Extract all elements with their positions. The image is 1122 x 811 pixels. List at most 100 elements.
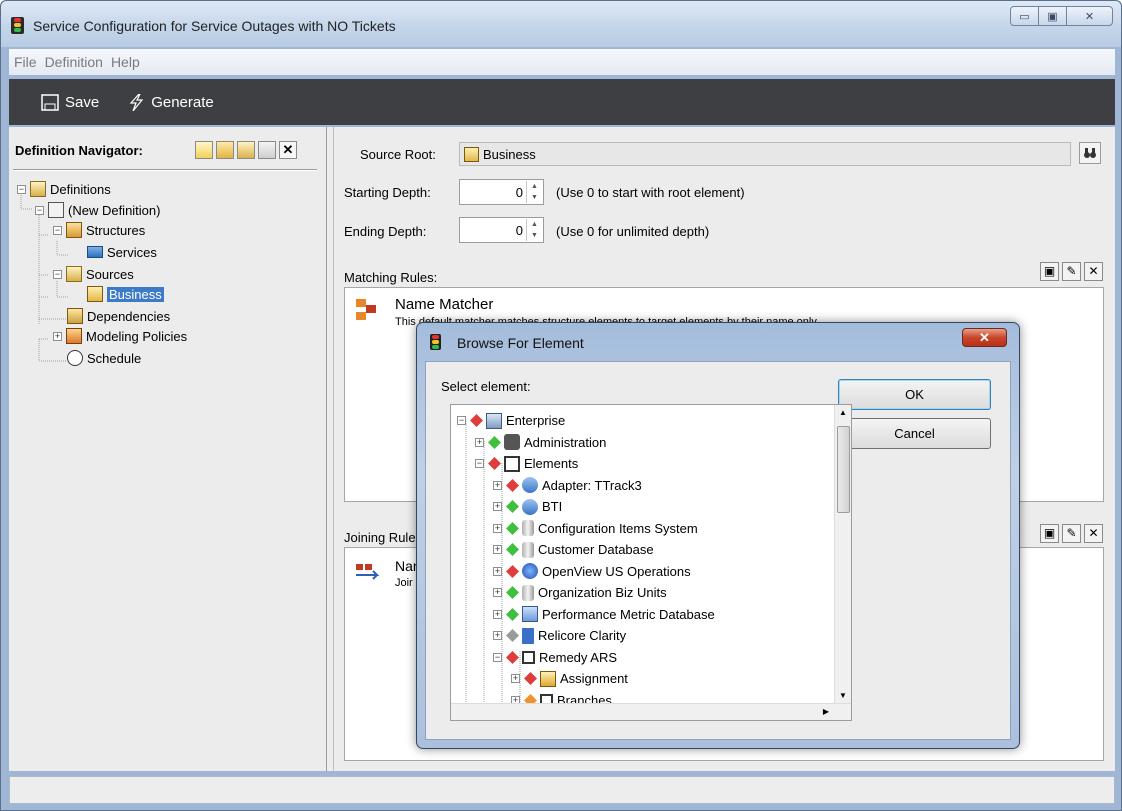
tree-item-new-definition[interactable]: − (New Definition) xyxy=(35,200,160,220)
title-bar[interactable]: Service Configuration for Service Outage… xyxy=(1,1,1121,47)
delete-icon[interactable]: ✕ xyxy=(279,141,297,159)
menu-bar: File Definition Help xyxy=(9,49,1115,75)
save-button[interactable]: Save xyxy=(41,94,99,111)
tree-item-dependencies[interactable]: Dependencies xyxy=(67,306,170,326)
element-tree-item[interactable]: + OpenView US Operations xyxy=(493,561,691,582)
ending-depth-spinner[interactable]: 0 ▲ ▼ xyxy=(459,217,544,243)
element-tree-item[interactable]: + BTI xyxy=(493,496,562,517)
status-diamond-icon xyxy=(506,500,519,513)
expand-icon[interactable]: + xyxy=(493,631,502,640)
collapse-icon[interactable]: − xyxy=(35,205,44,215)
scroll-down-icon[interactable]: ▼ xyxy=(839,691,847,700)
expand-icon[interactable]: + xyxy=(493,545,502,554)
spinner-arrows-icon[interactable]: ▲ ▼ xyxy=(526,181,542,203)
tree-item-business[interactable]: Business xyxy=(87,284,164,304)
database-icon xyxy=(522,541,534,558)
cancel-button[interactable]: Cancel xyxy=(838,418,991,449)
menu-definition[interactable]: Definition xyxy=(42,54,106,70)
expand-icon[interactable]: + xyxy=(53,331,62,341)
assignment-icon xyxy=(540,670,556,687)
element-tree-label: Assignment xyxy=(560,671,628,686)
starting-depth-hint: (Use 0 to start with root element) xyxy=(556,185,745,200)
starting-depth-spinner[interactable]: 0 ▲ ▼ xyxy=(459,179,544,205)
tree-item-structures[interactable]: − Structures xyxy=(53,220,145,240)
element-tree-item[interactable]: + Configuration Items System xyxy=(493,518,698,539)
close-button[interactable]: ✕ xyxy=(1066,6,1113,26)
minimize-button[interactable]: ▭ xyxy=(1010,6,1039,26)
expand-icon[interactable]: + xyxy=(511,674,520,683)
horizontal-scrollbar[interactable]: ▶ xyxy=(451,703,851,720)
element-tree-item[interactable]: − Elements xyxy=(475,453,578,474)
collapse-icon[interactable]: − xyxy=(457,416,466,425)
delete-rule-icon[interactable]: ✕ xyxy=(1084,262,1103,281)
element-tree-item[interactable]: + Administration xyxy=(475,432,606,453)
expand-icon[interactable]: + xyxy=(475,437,484,447)
tree-label: (New Definition) xyxy=(68,202,161,218)
element-tree-label: Enterprise xyxy=(506,413,566,428)
joiner-icon xyxy=(356,564,380,580)
expand-icon[interactable]: + xyxy=(493,609,502,619)
matching-rules-label: Matching Rules: xyxy=(344,270,438,285)
menu-file[interactable]: File xyxy=(11,54,40,70)
tree-item-schedule[interactable]: Schedule xyxy=(67,348,141,368)
element-tree-item[interactable]: + Customer Database xyxy=(493,539,654,560)
element-tree[interactable]: − Enterprise + Administration − Elements + Adap… xyxy=(450,404,852,721)
sources-icon xyxy=(66,266,82,282)
expand-icon[interactable]: + xyxy=(493,566,502,576)
new-structure-icon[interactable] xyxy=(216,141,234,159)
collapse-icon[interactable]: − xyxy=(493,652,502,662)
scroll-right-icon[interactable]: ▶ xyxy=(823,707,829,716)
starting-depth-value: 0 xyxy=(515,185,523,200)
tree-item-services[interactable]: Services xyxy=(87,242,157,262)
select-element-label: Select element: xyxy=(441,379,531,394)
element-tree-item[interactable]: + Assignment xyxy=(511,668,628,689)
generate-button[interactable]: Generate xyxy=(127,93,214,111)
collapse-icon[interactable]: − xyxy=(475,459,484,468)
element-tree-label: Remedy ARS xyxy=(539,649,618,665)
status-diamond-icon xyxy=(506,564,519,578)
status-diamond-icon xyxy=(506,478,519,492)
edit-icon[interactable] xyxy=(258,141,276,159)
element-tree-item[interactable]: + Organization Biz Units xyxy=(493,582,667,603)
window-title: Service Configuration for Service Outage… xyxy=(33,18,396,34)
edit-rule-icon[interactable]: ✎ xyxy=(1062,262,1081,281)
maximize-button[interactable]: ▣ xyxy=(1038,6,1067,26)
enterprise-icon xyxy=(486,412,502,429)
tree-item-sources[interactable]: − Sources xyxy=(53,264,134,284)
element-tree-label: Performance Metric Database xyxy=(542,606,715,622)
new-definition-icon[interactable] xyxy=(195,141,213,159)
new-rule-icon[interactable]: ▣ xyxy=(1040,524,1059,543)
collapse-icon[interactable]: − xyxy=(53,225,62,235)
element-tree-item[interactable]: + Performance Metric Database xyxy=(493,604,715,625)
element-tree-item[interactable]: + Adapter: TTrack3 xyxy=(493,475,642,496)
element-tree-item[interactable]: − Enterprise xyxy=(457,410,565,431)
toolbar: Save Generate xyxy=(9,79,1115,125)
element-tree-label: OpenView US Operations xyxy=(542,563,691,579)
element-tree-item[interactable]: + Relicore Clarity xyxy=(493,625,626,646)
element-tree-item[interactable]: − Remedy ARS xyxy=(493,647,617,668)
new-rule-icon[interactable]: ▣ xyxy=(1040,262,1059,281)
expand-icon[interactable]: + xyxy=(493,588,502,597)
scroll-thumb[interactable] xyxy=(837,426,850,513)
delete-rule-icon[interactable]: ✕ xyxy=(1084,524,1103,543)
joining-rules-label: Joining Rule xyxy=(344,530,416,545)
dialog-close-button[interactable]: ✕ xyxy=(962,328,1007,347)
spinner-arrows-icon[interactable]: ▲ ▼ xyxy=(526,219,542,241)
rule-description: Joir xyxy=(395,577,413,589)
expand-icon[interactable]: + xyxy=(493,523,502,533)
tree-item-definitions[interactable]: − Definitions xyxy=(17,179,111,199)
element-tree-label: Elements xyxy=(524,456,579,471)
expand-icon[interactable]: + xyxy=(493,480,502,490)
expand-icon[interactable]: + xyxy=(493,502,502,511)
browse-button[interactable] xyxy=(1079,142,1101,164)
vertical-scrollbar[interactable]: ▲ ▼ xyxy=(834,405,851,703)
new-source-icon[interactable] xyxy=(237,141,255,159)
edit-rule-icon[interactable]: ✎ xyxy=(1062,524,1081,543)
scroll-up-icon[interactable]: ▲ xyxy=(839,408,847,417)
tree-item-modeling-policies[interactable]: + Modeling Policies xyxy=(35,326,187,346)
collapse-icon[interactable]: − xyxy=(53,269,62,279)
source-root-field[interactable]: Business xyxy=(459,142,1071,166)
ok-button[interactable]: OK xyxy=(838,379,991,410)
menu-help[interactable]: Help xyxy=(108,54,143,70)
collapse-icon[interactable]: − xyxy=(17,184,26,194)
